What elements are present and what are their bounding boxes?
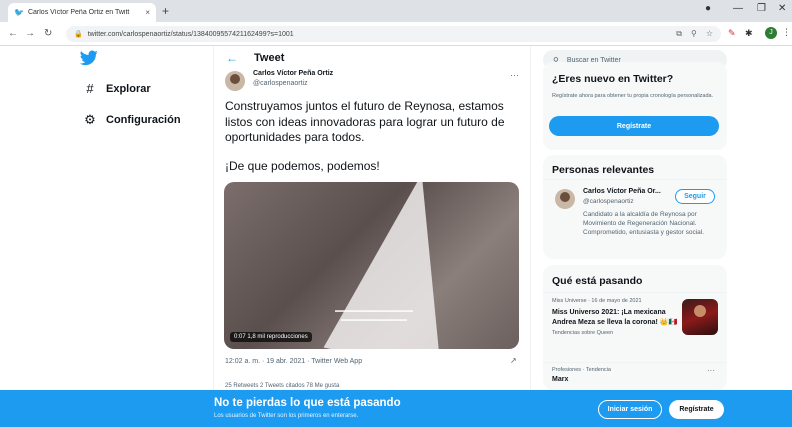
- tweet-video[interactable]: ▬▬▬▬▬▬▬▬▬▬▬▬▬ ▬▬▬▬▬▬▬▬▬▬▬ 0:07 1,8 mil re…: [224, 182, 519, 349]
- relevant-people-card: Personas relevantes Carlos Víctor Peña O…: [543, 155, 727, 259]
- tweet-text-slogan: ¡De que podemos, podemos!: [225, 159, 380, 173]
- gear-icon: ⚙: [84, 112, 96, 127]
- address-bar-row: ← → ↻ 🔒 twitter.com/carlospenaortiz/stat…: [0, 22, 792, 46]
- more-options-icon[interactable]: ···: [510, 70, 519, 80]
- zoom-icon[interactable]: ⚲: [691, 29, 697, 39]
- login-button[interactable]: Iniciar sesión: [598, 400, 662, 419]
- reload-icon[interactable]: ↻: [44, 28, 52, 39]
- share-icon[interactable]: ↗: [510, 356, 517, 365]
- trend-item[interactable]: Miss Universe · 16 de mayo de 2021 Miss …: [552, 298, 682, 336]
- url-text: twitter.com/carlospenaortiz/status/13840…: [87, 30, 294, 38]
- browser-tab-bar: 🐦 Carlos Víctor Peña Ortiz en Twitt × + …: [0, 0, 792, 22]
- trend-meta: Profesiones · Tendencia: [552, 367, 611, 373]
- trend-meta: Miss Universe · 16 de mayo de 2021: [552, 298, 642, 304]
- sidebar-item-label: Explorar: [106, 82, 151, 95]
- hashtag-icon: #: [86, 81, 94, 96]
- person-handle[interactable]: @carlospenaortiz: [583, 198, 634, 205]
- trend-headline: Marx: [552, 376, 569, 383]
- record-icon[interactable]: ●: [705, 3, 711, 14]
- relevant-people-title: Personas relevantes: [552, 164, 655, 176]
- browser-tab-title: Carlos Víctor Peña Ortiz en Twitt: [27, 9, 130, 16]
- twitter-favicon-icon: 🐦: [14, 8, 24, 17]
- video-view-count-badge: 0:07 1,8 mil reproducciones: [230, 332, 312, 342]
- new-tab-button[interactable]: +: [162, 4, 169, 18]
- trend-thumbnail[interactable]: [682, 299, 718, 335]
- trends-title: Qué está pasando: [552, 275, 643, 287]
- author-name[interactable]: Carlos Víctor Peña Ortiz: [253, 70, 333, 77]
- author-handle[interactable]: @carlospenaortiz: [253, 80, 308, 87]
- banner-subtitle: Los usuarios de Twitter son los primeros…: [214, 413, 359, 419]
- extension-icon[interactable]: ✎: [728, 28, 736, 39]
- tweet-timestamp[interactable]: 12:02 a. m. · 19 abr. 2021 · Twitter Web…: [225, 358, 362, 365]
- follow-button[interactable]: Seguir: [675, 189, 715, 204]
- sidebar-item-label: Configuración: [106, 114, 181, 126]
- close-window-icon[interactable]: ✕: [778, 3, 786, 14]
- bookmark-star-icon[interactable]: ☆: [706, 29, 713, 39]
- screenshot-icon[interactable]: ⧉: [676, 29, 682, 39]
- signup-button[interactable]: Regístrate: [549, 116, 719, 136]
- lock-icon: 🔒: [74, 31, 83, 38]
- banner-title: No te pierdas lo que está pasando: [214, 397, 401, 409]
- tweet-stats[interactable]: 25 Retweets 2 Tweets citados 78 Me gusta: [225, 383, 339, 389]
- browser-profile-avatar[interactable]: J: [765, 27, 777, 39]
- sidebar-item-configuracion[interactable]: ⚙ Configuración: [80, 112, 181, 128]
- tab-close-icon[interactable]: ×: [145, 8, 150, 17]
- person-bio: Candidato a la alcaldía de Reynosa por M…: [583, 211, 705, 236]
- new-to-twitter-card: ¿Eres nuevo en Twitter? Regístrate ahora…: [543, 62, 727, 150]
- banner-signup-button[interactable]: Regístrate: [669, 400, 724, 419]
- person-avatar[interactable]: [555, 189, 575, 209]
- trend-more-icon[interactable]: ···: [707, 366, 715, 375]
- column-header: ← Tweet: [214, 46, 530, 70]
- video-caption-overlay: ▬▬▬▬▬▬▬▬▬▬▬▬▬ ▬▬▬▬▬▬▬▬▬▬▬: [335, 308, 413, 323]
- new-to-twitter-title: ¿Eres nuevo en Twitter?: [552, 73, 674, 85]
- divider: [543, 362, 727, 363]
- browser-menu-icon[interactable]: ⋮: [782, 27, 791, 38]
- back-arrow-icon[interactable]: ←: [226, 51, 238, 65]
- forward-icon[interactable]: →: [25, 28, 35, 39]
- twitter-logo-icon[interactable]: [80, 50, 98, 66]
- trends-card: Qué está pasando Miss Universe · 16 de m…: [543, 265, 727, 390]
- browser-tab[interactable]: 🐦 Carlos Víctor Peña Ortiz en Twitt ×: [8, 3, 156, 22]
- url-field[interactable]: 🔒 twitter.com/carlospenaortiz/status/138…: [66, 26, 721, 42]
- back-icon[interactable]: ←: [8, 28, 18, 39]
- author-avatar[interactable]: [225, 71, 245, 91]
- divider: [543, 179, 727, 180]
- trend-subtitle: Tendencias sobre Queen: [552, 330, 614, 336]
- tweet-text: Construyamos juntos el futuro de Reynosa…: [225, 99, 505, 144]
- trend-headline: Miss Universo 2021: ¡La mexicana Andrea …: [552, 309, 678, 326]
- divider: [543, 292, 727, 293]
- sidebar-item-explorar[interactable]: # Explorar: [80, 81, 151, 96]
- person-name[interactable]: Carlos Víctor Peña Or...: [583, 188, 661, 195]
- puzzle-icon[interactable]: ✱: [745, 28, 753, 39]
- trend-item[interactable]: Profesiones · Tendencia Marx: [552, 367, 702, 385]
- maximize-icon[interactable]: ❐: [757, 3, 766, 14]
- tweet-column: ← Tweet Carlos Víctor Peña Ortiz @carlos…: [213, 46, 531, 390]
- minimize-icon[interactable]: —: [733, 3, 743, 14]
- new-to-twitter-description: Regístrate ahora para obtener tu propia …: [552, 93, 714, 99]
- page-title: Tweet: [254, 52, 285, 64]
- login-banner: No te pierdas lo que está pasando Los us…: [0, 390, 792, 427]
